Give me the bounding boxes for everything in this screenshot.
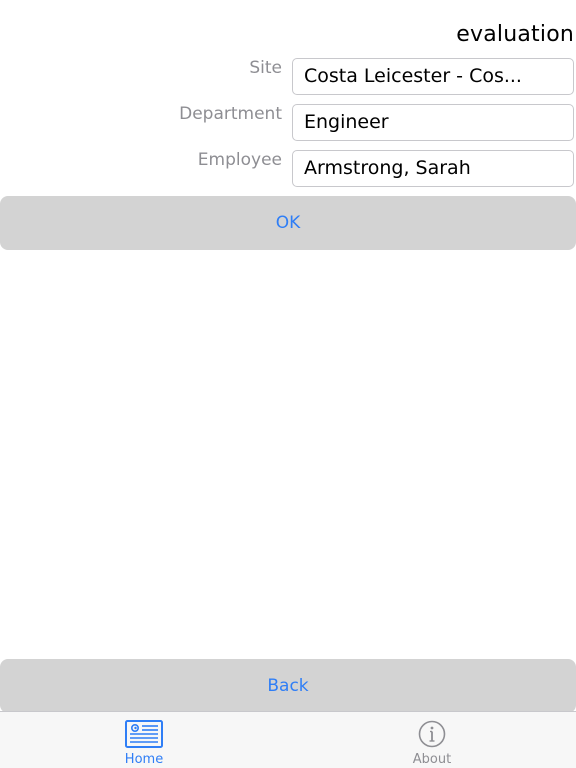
employee-row: Employee Armstrong, Sarah: [0, 150, 576, 190]
info-icon: [418, 720, 446, 748]
department-field[interactable]: Engineer: [292, 104, 574, 141]
department-row: Department Engineer: [0, 104, 576, 144]
employee-label: Employee: [197, 150, 282, 170]
tab-about[interactable]: About: [288, 712, 576, 768]
tab-about-label: About: [412, 752, 452, 767]
site-label: Site: [249, 58, 282, 78]
back-button[interactable]: Back: [0, 659, 576, 713]
tab-home[interactable]: Home: [0, 712, 288, 768]
tab-bar: Home About: [0, 711, 576, 768]
page-title: evaluation: [456, 22, 574, 47]
ok-button[interactable]: OK: [0, 196, 576, 250]
employee-field[interactable]: Armstrong, Sarah: [292, 150, 574, 187]
department-label: Department: [179, 104, 282, 124]
tab-home-label: Home: [124, 752, 164, 767]
newspaper-icon: [125, 720, 163, 748]
site-row: Site Costa Leicester - Cos...: [0, 58, 576, 98]
site-field[interactable]: Costa Leicester - Cos...: [292, 58, 574, 95]
evaluation-screen: evaluation Site Costa Leicester - Cos...…: [0, 0, 576, 768]
